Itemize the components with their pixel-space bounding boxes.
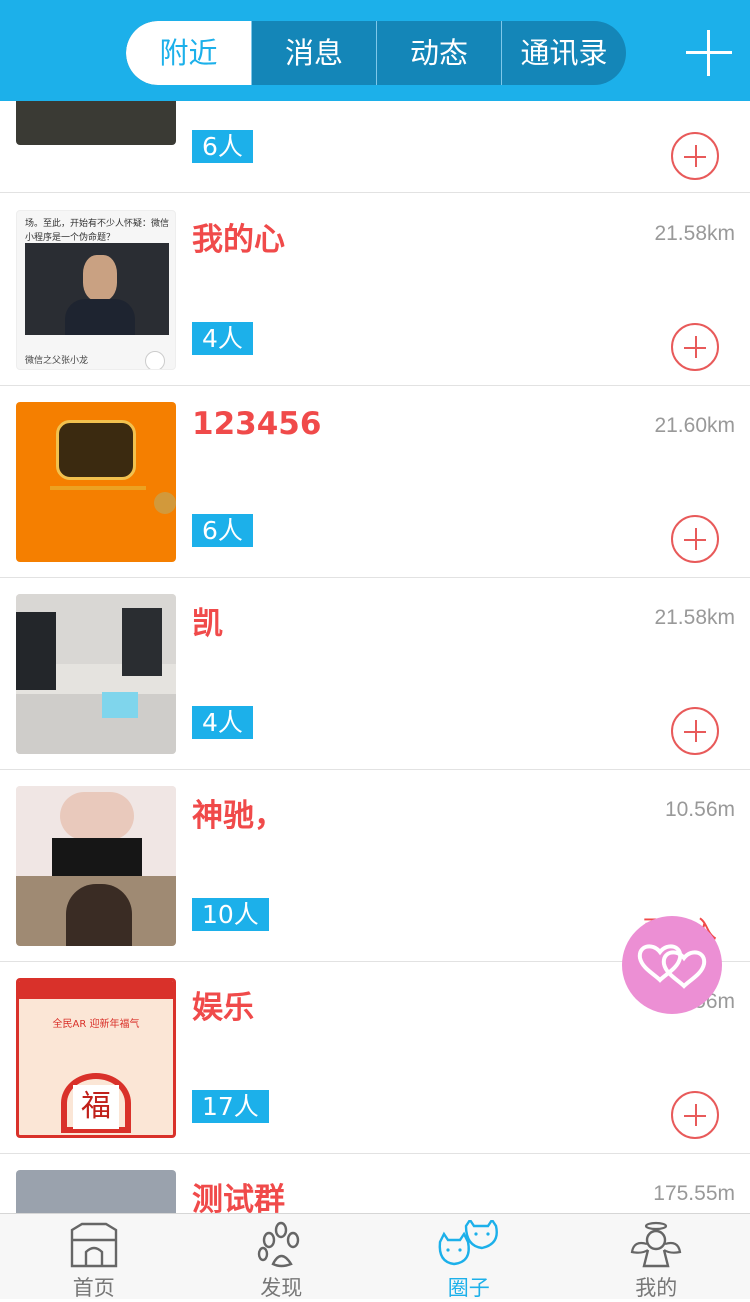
member-count-badge: 4人	[192, 706, 253, 739]
join-button[interactable]	[671, 323, 719, 371]
group-name: 娱乐	[192, 982, 254, 1027]
group-distance: 175.55m	[653, 1182, 735, 1206]
member-count-badge: 10人	[192, 898, 269, 931]
group-distance: 21.58km	[654, 606, 735, 630]
group-distance: 21.60km	[654, 414, 735, 438]
group-name: 神驰，	[192, 790, 285, 835]
group-name: 我的心	[192, 214, 285, 259]
match-fab-button[interactable]	[622, 916, 722, 1014]
group-thumbnail	[16, 1170, 176, 1213]
tab-me[interactable]: 我的	[563, 1214, 750, 1299]
join-button[interactable]	[671, 132, 719, 180]
paw-icon	[255, 1220, 307, 1270]
member-count-badge: 6人	[192, 514, 253, 547]
tab-discover[interactable]: 发现	[188, 1214, 376, 1299]
cat-pair-icon	[436, 1220, 502, 1270]
group-distance: 21.58km	[654, 222, 735, 246]
plus-icon[interactable]	[686, 30, 732, 76]
group-thumbnail: 场。至此，开始有不少人怀疑：微信小程序是一个伪命题？ 微信之父张小龙	[16, 210, 176, 370]
list-item[interactable]: 测试群 175.55m	[0, 1154, 750, 1213]
join-button[interactable]	[671, 707, 719, 755]
group-thumbnail	[16, 786, 176, 946]
group-distance: 10.56m	[665, 798, 735, 822]
group-thumbnail	[16, 402, 176, 562]
segment-control: 附近 消息 动态 通讯录	[126, 21, 626, 85]
list-item[interactable]: 场。至此，开始有不少人怀疑：微信小程序是一个伪命题？ 微信之父张小龙 我的心 2…	[0, 194, 750, 386]
list-item[interactable]: 凯 21.58km 4人	[0, 578, 750, 770]
home-icon	[68, 1220, 120, 1270]
tab-contacts[interactable]: 通讯录	[501, 21, 626, 85]
member-count-badge: 4人	[192, 322, 253, 355]
logo-icon	[56, 420, 136, 480]
tab-messages[interactable]: 消息	[251, 21, 376, 85]
member-count-badge: 17人	[192, 1090, 269, 1123]
member-count-badge: 6人	[192, 130, 253, 163]
tab-nearby[interactable]: 附近	[126, 21, 251, 85]
group-list[interactable]: 6人 场。至此，开始有不少人怀疑：微信小程序是一个伪命题？ 微信之父张小龙 我的…	[0, 0, 750, 1213]
bottom-tab-bar: 首页 发现 圈子 我的	[0, 1213, 750, 1299]
group-name: 123456	[192, 406, 321, 442]
group-thumbnail: 全民AR 迎新年福气 福	[16, 978, 176, 1138]
double-heart-icon	[622, 916, 722, 1014]
join-button[interactable]	[671, 515, 719, 563]
join-button[interactable]	[671, 1091, 719, 1139]
list-item[interactable]: 123456 21.60km 6人	[0, 386, 750, 578]
angel-icon	[630, 1220, 682, 1270]
group-thumbnail	[16, 594, 176, 754]
tab-home[interactable]: 首页	[0, 1214, 188, 1299]
group-name: 凯	[192, 598, 223, 643]
arrow-up-icon	[145, 351, 165, 370]
tab-circle[interactable]: 圈子	[375, 1214, 563, 1299]
tab-moments[interactable]: 动态	[376, 21, 501, 85]
top-header: 附近 消息 动态 通讯录	[0, 0, 750, 101]
group-name: 测试群	[192, 1174, 285, 1213]
